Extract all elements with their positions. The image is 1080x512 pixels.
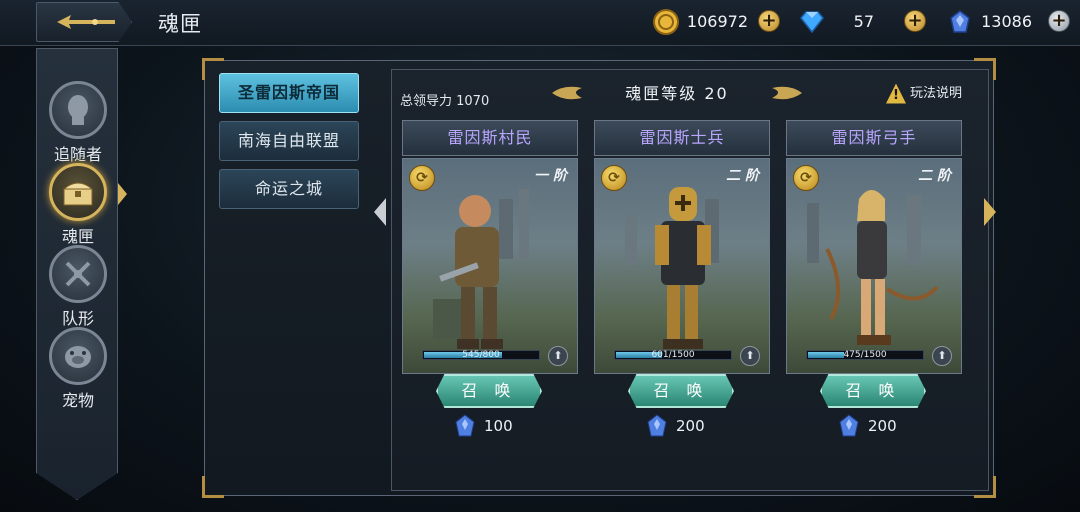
gold-coin-icon [653, 9, 679, 35]
xp-text: 545/800 [462, 350, 500, 360]
help-label: 玩法说明 [910, 86, 963, 101]
soul-gem-icon [455, 414, 475, 437]
soul-gem-value: 13086 [981, 12, 1032, 31]
back-button[interactable] [36, 2, 132, 42]
unit-portrait[interactable]: ⟳ 二 阶 [594, 158, 770, 374]
total-leadership: 总领导力 1070 [400, 94, 490, 109]
diamond-icon [800, 11, 824, 34]
diamond-counter: 57 + [798, 8, 928, 36]
summon-button[interactable]: 召 唤 [628, 374, 734, 408]
soul-box-level: 魂匣等级 20 [550, 80, 804, 108]
soul-box-icon [49, 163, 107, 221]
unit-xp-bar: 601/1500 ⬆ [614, 346, 774, 368]
tab-holy-reins-empire[interactable]: 圣雷因斯帝国 [219, 73, 359, 113]
page-left-arrow-icon[interactable] [374, 198, 386, 226]
unit-name: 雷因斯弓手 [786, 120, 962, 156]
nav-item-pet[interactable]: 宠物 [45, 327, 111, 410]
active-nav-indicator-icon [118, 183, 127, 205]
nav-label: 追随者 [53, 145, 102, 164]
faction-tabs: 圣雷因斯帝国 南海自由联盟 命运之城 [219, 73, 361, 217]
tab-city-of-fate[interactable]: 命运之城 [219, 169, 359, 209]
unit-name: 雷因斯村民 [402, 120, 578, 156]
cost-value: 200 [868, 417, 897, 435]
unit-card-archer: 雷因斯弓手 ⟳ 二 阶 [786, 120, 962, 374]
nav-item-soul-box[interactable]: 魂匣 [45, 163, 111, 246]
nav-item-followers[interactable]: 追随者 [45, 81, 111, 164]
upgrade-arrow-button[interactable]: ⬆ [740, 346, 760, 366]
level-title: 魂匣等级 20 [625, 84, 729, 103]
side-nav: 追随者 魂匣 队形 宠物 [36, 48, 118, 500]
unit-list-area: 总领导力 1070 魂匣等级 20 ! 玩法说明 雷因斯村民 ⟳ 一 阶 545… [391, 69, 989, 491]
summon-cost: 100 [454, 414, 534, 440]
xp-text: 475/1500 [843, 350, 887, 360]
unit-card-villager: 雷因斯村民 ⟳ 一 阶 [402, 120, 578, 374]
nav-item-formation[interactable]: 队形 [45, 245, 111, 328]
soul-gem-icon [839, 414, 859, 437]
archer-figure-icon [807, 190, 939, 345]
nav-label: 队形 [61, 309, 94, 328]
swap-icon[interactable]: ⟳ [409, 165, 435, 191]
unit-name: 雷因斯士兵 [594, 120, 770, 156]
nav-label: 宠物 [61, 391, 94, 410]
top-bar: 魂匣 106972 + 57 + 13086 + [0, 0, 1080, 46]
unit-rank: 二 阶 [726, 168, 759, 184]
summon-button[interactable]: 召 唤 [436, 374, 542, 408]
add-gold-button[interactable]: + [758, 10, 780, 32]
unit-card-soldier: 雷因斯士兵 ⟳ 二 阶 [594, 120, 770, 374]
soldier-figure-icon [625, 187, 719, 349]
xp-text: 601/1500 [651, 350, 695, 360]
cost-value: 100 [484, 417, 513, 435]
villager-figure-icon [433, 189, 529, 349]
follower-head-icon [49, 81, 107, 139]
soul-box-panel: 圣雷因斯帝国 南海自由联盟 命运之城 总领导力 1070 魂匣等级 20 ! 玩法… [202, 58, 996, 498]
unit-rank: 一 阶 [534, 168, 567, 184]
page-right-arrow-icon[interactable] [984, 198, 996, 226]
formation-swords-icon [49, 245, 107, 303]
add-diamond-button[interactable]: + [904, 10, 926, 32]
unit-xp-bar: 475/1500 ⬆ [806, 346, 966, 368]
wing-ornament-icon [552, 86, 582, 100]
summon-cost: 200 [838, 414, 918, 440]
swap-icon[interactable]: ⟳ [793, 165, 819, 191]
upgrade-arrow-button[interactable]: ⬆ [932, 346, 952, 366]
summon-cost: 200 [646, 414, 726, 440]
unit-portrait[interactable]: ⟳ 二 阶 [786, 158, 962, 374]
unit-portrait[interactable]: ⟳ 一 阶 [402, 158, 578, 374]
upgrade-arrow-button[interactable]: ⬆ [548, 346, 568, 366]
panel-corner-ornament [202, 476, 224, 498]
wing-ornament-icon [772, 86, 802, 100]
swap-icon[interactable]: ⟳ [601, 165, 627, 191]
warning-icon: ! [886, 83, 906, 104]
page-title: 魂匣 [158, 12, 202, 36]
summon-button[interactable]: 召 唤 [820, 374, 926, 408]
help-button[interactable]: ! 玩法说明 [886, 82, 962, 104]
gold-value: 106972 [686, 12, 748, 31]
back-arrow-icon [57, 15, 115, 29]
pet-pig-icon [49, 327, 107, 385]
cost-value: 200 [676, 417, 705, 435]
nav-label: 魂匣 [61, 227, 94, 246]
unit-rank: 二 阶 [918, 168, 951, 184]
gold-counter: 106972 + [652, 8, 782, 36]
soul-gem-counter: 13086 + [946, 8, 1072, 36]
soul-gem-icon [950, 10, 970, 33]
tab-south-sea-alliance[interactable]: 南海自由联盟 [219, 121, 359, 161]
diamond-value: 57 [853, 12, 874, 31]
add-soul-gem-button[interactable]: + [1048, 10, 1070, 32]
unit-xp-bar: 545/800 ⬆ [422, 346, 582, 368]
soul-gem-icon [647, 414, 667, 437]
